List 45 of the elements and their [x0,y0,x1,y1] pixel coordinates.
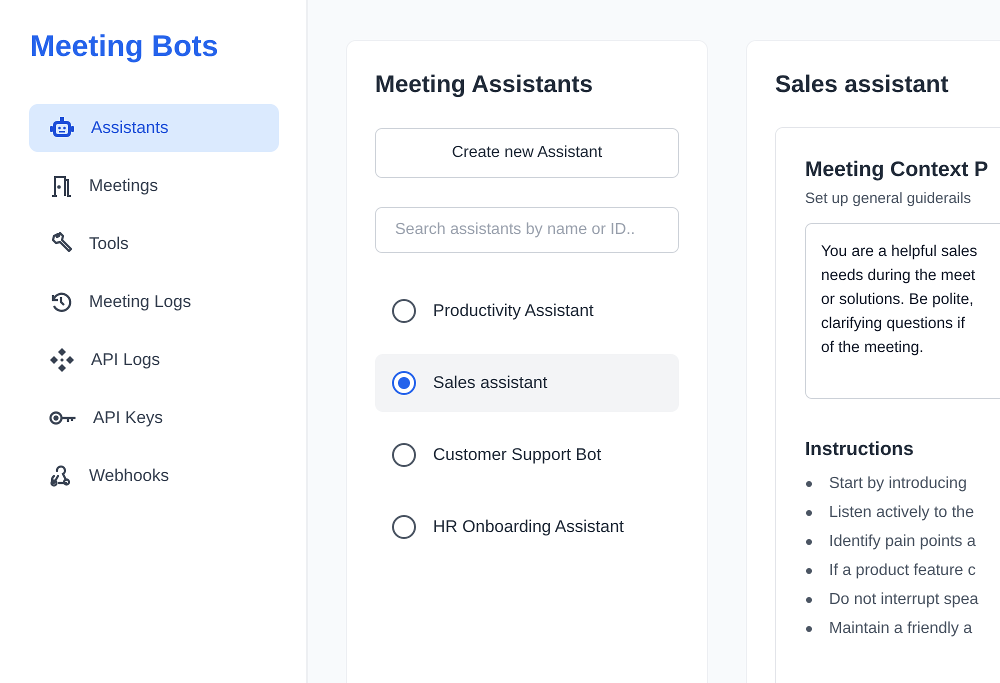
section-subtitle: Set up general guiderails [805,190,972,207]
sidebar-item[interactable]: Webhooks [29,452,279,500]
assistant-name: Sales assistant [433,373,548,393]
assistant-name: Productivity Assistant [433,301,594,321]
instruction-text: If a product feature c [829,562,976,580]
card-title: Meeting Assistants [375,71,593,99]
assistant-item[interactable]: Sales assistant [375,354,679,412]
instruction-text: Do not interrupt spea [829,590,978,608]
bullet-icon [806,510,812,516]
create-assistant-button[interactable]: Create new Assistant [375,128,679,178]
instruction-text: Identify pain points a [829,532,976,550]
bullet-icon [806,480,812,486]
instruction-text: Start by introducing [829,474,967,492]
sidebar-item[interactable]: API Keys [29,394,279,442]
assistant-item[interactable]: Customer Support Bot [375,426,679,484]
history-icon [49,290,73,314]
instruction-text: Maintain a friendly a [829,620,972,638]
instruction-text: Listen actively to the [829,504,974,522]
door-icon [49,174,73,198]
bullet-icon [806,626,812,632]
instructions-title: Instructions [805,439,914,461]
bullet-icon [806,596,812,602]
prompt-field[interactable]: You are a helpful sales needs during the meet or solutions. Be polite, clarifying questions if of the meeting. [805,223,1000,399]
bullet-icon [806,538,812,544]
radio-button[interactable] [392,371,416,395]
robot-icon [49,116,75,140]
assistant-item[interactable]: HR Onboarding Assistant [375,498,679,556]
sidebar-item[interactable]: Assistants [29,104,279,152]
webhook-icon [49,464,73,488]
radio-button[interactable] [392,299,416,323]
assistant-name: Customer Support Bot [433,445,602,465]
sidebar-item[interactable]: Tools [29,220,279,268]
diamonds-icon [49,347,75,373]
search-field[interactable]: Search assistants by name or ID.. [375,207,679,253]
assistant-name: HR Onboarding Assistant [433,517,624,537]
sidebar-item[interactable]: API Logs [29,336,279,384]
sidebar-item[interactable]: Meetings [29,162,279,210]
radio-button[interactable] [392,443,416,467]
radio-button[interactable] [392,515,416,539]
section-title: Meeting Context P [805,158,988,182]
bullet-icon [806,568,812,574]
assistant-item[interactable]: Productivity Assistant [375,282,679,340]
sidebar-item[interactable]: Meeting Logs [29,278,279,326]
app-title: Meeting Bots [30,30,218,64]
card-title: Sales assistant [775,71,948,99]
